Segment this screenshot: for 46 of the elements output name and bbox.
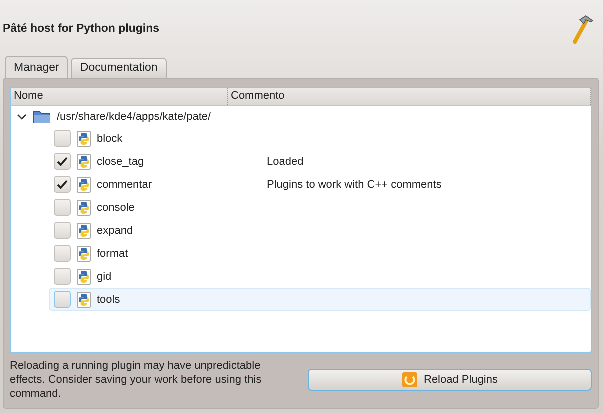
plugin-name: expand [97,224,134,236]
plugin-name: block [97,132,123,144]
plugin-row[interactable]: close_tag Loaded [49,150,591,173]
python-icon [77,154,91,170]
python-icon [77,246,91,262]
plugin-name: gid [97,270,112,282]
plugin-row[interactable]: tools [49,288,591,311]
tab[interactable]: Documentation [71,58,167,78]
column-header[interactable]: Nome [11,88,228,105]
collapse-icon[interactable] [17,112,27,120]
checkbox[interactable] [54,199,71,216]
checkbox[interactable] [54,222,71,239]
folder-path[interactable]: /usr/share/kde4/apps/kate/pate/ [57,110,212,122]
folder-icon [33,110,51,124]
plugin-row[interactable]: gid [49,265,591,288]
tab[interactable]: Manager [5,56,68,79]
plugin-row[interactable]: format [49,242,591,265]
plugin-comment: Plugins to work with C++ comments [267,178,442,190]
python-icon [77,200,91,216]
column-header[interactable]: Commento [228,88,591,105]
plugin-row[interactable]: block [49,127,591,150]
window-title: Pâté host for Python plugins [3,23,160,35]
plugin-comment: Loaded [267,156,304,168]
checkbox[interactable] [54,153,71,170]
python-icon [77,222,91,238]
plugin-row[interactable]: expand [49,219,591,242]
checkbox[interactable] [54,176,71,193]
plugin-name: close_tag [97,156,144,168]
plugin-row[interactable]: commentar Plugins to work with C++ comments [49,173,591,196]
warning-text: Reloading a running plugin may have unpredictable effects. Consider saving your work before using this command. [10,359,263,401]
checkbox[interactable] [54,245,71,262]
checkbox[interactable] [54,291,71,308]
python-icon [77,268,91,284]
reload-icon [402,372,418,388]
python-icon [77,176,91,192]
python-icon [77,292,91,308]
plugin-name: format [97,248,128,260]
checkbox[interactable] [54,268,71,285]
python-icon [77,130,91,146]
checkbox[interactable] [54,130,71,147]
plugin-name: tools [97,294,120,306]
plugin-name: console [97,202,135,214]
reload-plugins-button[interactable]: Reload Plugins [308,369,592,391]
plugin-name: commentar [97,178,152,190]
hammer-icon [572,14,594,44]
plugin-row[interactable]: console [49,196,591,219]
